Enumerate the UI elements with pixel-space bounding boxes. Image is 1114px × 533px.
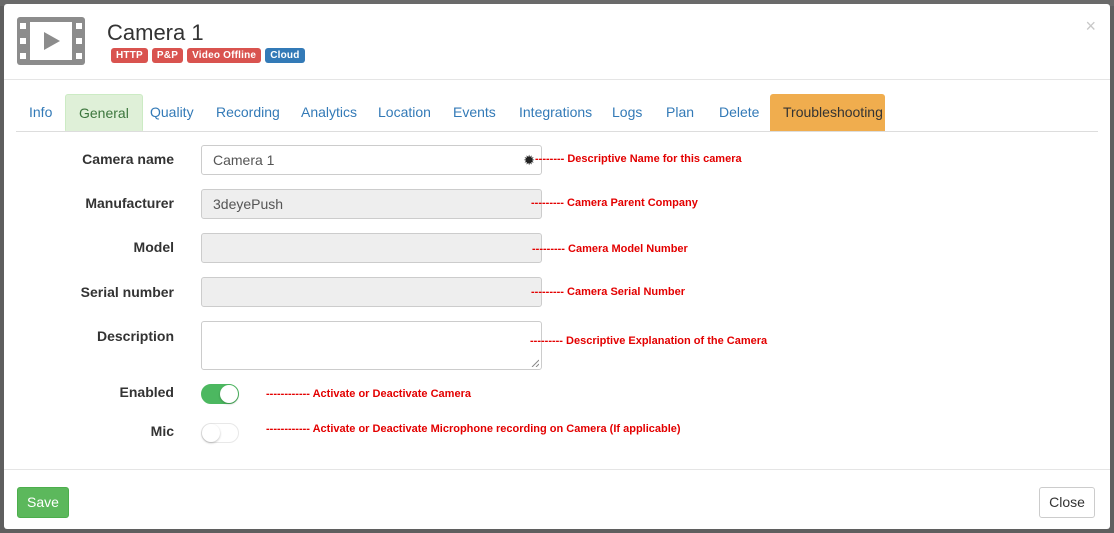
manufacturer-label: Manufacturer xyxy=(85,195,174,211)
manufacturer-value: 3deyePush xyxy=(213,196,284,212)
tab-quality[interactable]: Quality xyxy=(137,94,207,130)
tab-bar: Info General Quality Recording Analytics… xyxy=(16,94,1098,132)
video-file-icon xyxy=(17,17,85,65)
description-annotation: --------- Descriptive Explanation of the… xyxy=(530,335,768,347)
status-badge-http: HTTP xyxy=(111,48,148,63)
status-badges: HTTP P&P Video Offline Cloud xyxy=(111,48,305,63)
serial-number-input[interactable] xyxy=(201,277,542,307)
modal-title: Camera 1 xyxy=(107,20,204,45)
camera-name-annotation: -------- Descriptive Name for this camer… xyxy=(535,153,742,165)
camera-settings-modal: Camera 1 HTTP P&P Video Offline Cloud × … xyxy=(4,4,1110,529)
enabled-label: Enabled xyxy=(119,384,174,400)
camera-name-value: Camera 1 xyxy=(213,152,275,168)
close-icon[interactable]: × xyxy=(1085,16,1096,37)
tab-analytics[interactable]: Analytics xyxy=(288,94,370,130)
status-badge-pnp: P&P xyxy=(151,48,184,63)
model-label: Model xyxy=(133,239,174,255)
tab-logs[interactable]: Logs xyxy=(599,94,655,130)
manufacturer-annotation: --------- Camera Parent Company xyxy=(531,197,698,209)
serial-number-annotation: --------- Camera Serial Number xyxy=(531,286,686,298)
save-button[interactable]: Save xyxy=(17,487,69,518)
status-badge-video-offline: Video Offline xyxy=(187,48,262,63)
tab-integrations[interactable]: Integrations xyxy=(506,94,605,130)
mic-label: Mic xyxy=(150,423,174,439)
tab-recording[interactable]: Recording xyxy=(203,94,293,130)
close-button[interactable]: Close xyxy=(1039,487,1095,518)
gear-icon: ✹ xyxy=(523,152,535,168)
tab-info[interactable]: Info xyxy=(16,94,65,130)
tab-events[interactable]: Events xyxy=(440,94,509,130)
camera-name-label: Camera name xyxy=(82,151,174,167)
enabled-annotation: ------------ Activate or Deactivate Came… xyxy=(266,388,471,400)
model-input[interactable] xyxy=(201,233,542,263)
tab-location[interactable]: Location xyxy=(365,94,444,130)
enabled-toggle[interactable] xyxy=(201,384,239,404)
camera-name-input[interactable]: Camera 1 ✹ xyxy=(201,145,542,175)
tab-delete[interactable]: Delete xyxy=(706,94,772,130)
toggle-knob xyxy=(202,424,220,442)
tab-plan[interactable]: Plan xyxy=(653,94,707,130)
modal-footer: Save Close xyxy=(4,469,1110,529)
manufacturer-input[interactable]: 3deyePush xyxy=(201,189,542,219)
modal-header: Camera 1 HTTP P&P Video Offline Cloud × xyxy=(4,4,1110,80)
description-label: Description xyxy=(96,328,174,344)
serial-number-label: Serial number xyxy=(80,284,174,300)
model-annotation: --------- Camera Model Number xyxy=(532,243,688,255)
tab-troubleshooting[interactable]: Troubleshooting xyxy=(770,94,885,131)
resize-grip-icon[interactable] xyxy=(531,359,539,367)
toggle-knob xyxy=(220,385,238,403)
mic-toggle[interactable] xyxy=(201,423,239,443)
mic-annotation: ------------ Activate or Deactivate Micr… xyxy=(266,423,681,435)
tab-general[interactable]: General xyxy=(65,94,143,131)
status-badge-cloud: Cloud xyxy=(265,48,305,63)
description-textarea[interactable] xyxy=(201,321,542,370)
